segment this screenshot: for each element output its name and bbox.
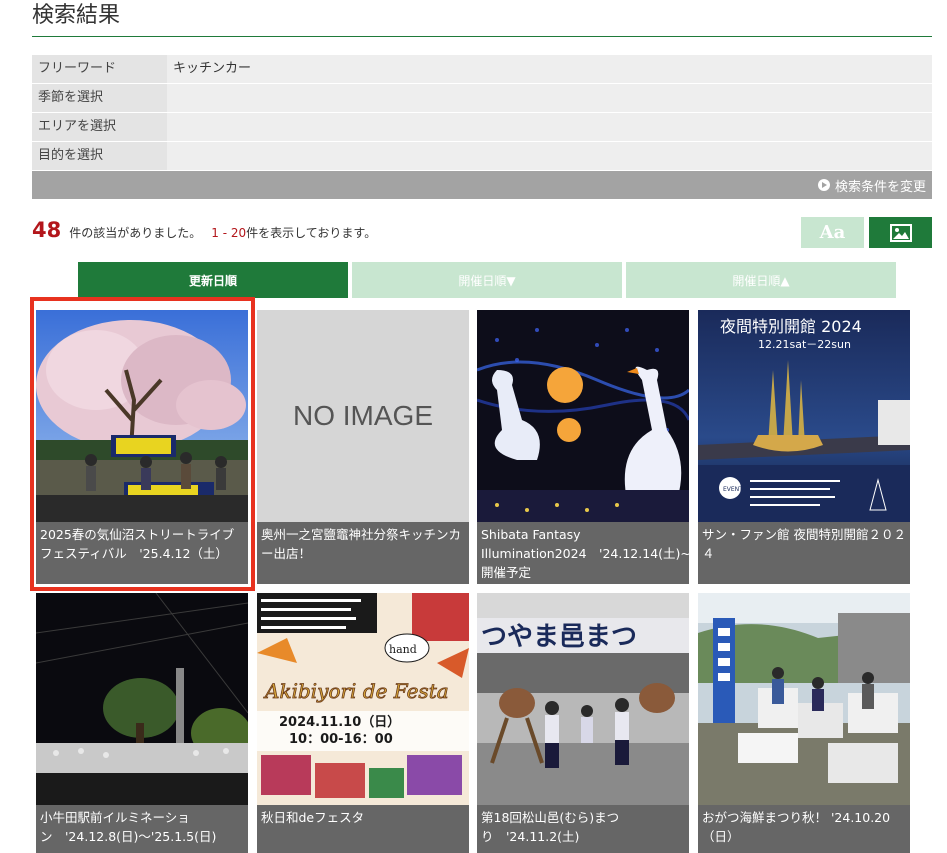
condition-value	[167, 113, 932, 141]
tab-sort-event-date-desc[interactable]: 開催日順▼	[352, 262, 622, 298]
card-caption: 第18回松山邑(むら)まつり '24.11.2(土)	[477, 805, 689, 853]
card-caption: Shibata Fantasy Illumination2024 '24.12.…	[477, 522, 689, 584]
image-view-button[interactable]	[869, 217, 932, 248]
condition-value	[167, 84, 932, 112]
arrow-right-circle-icon	[817, 179, 830, 191]
result-card[interactable]: 夜間特別開館 2024 12.21sat－22sun EVENT サン・ファン館…	[698, 310, 910, 584]
condition-row-purpose: 目的を選択	[32, 142, 932, 171]
poster-time: 10：00-16：00	[289, 732, 393, 747]
result-card[interactable]: 小牛田駅前イルミネーション '24.12.8(日)〜'25.1.5(日)	[36, 593, 248, 853]
svg-text:hand: hand	[389, 643, 417, 656]
condition-label: 季節を選択	[32, 84, 167, 112]
condition-value	[167, 142, 932, 170]
image-icon	[889, 223, 912, 242]
card-caption: おがつ海鮮まつり秋！ '24.10.20（日）	[698, 805, 910, 853]
tab-sort-event-date-asc[interactable]: 開催日順▲	[626, 262, 896, 298]
title-divider	[32, 36, 932, 37]
result-count-text: 件の該当がありました。	[69, 226, 202, 240]
festival-banner-text: つやま邑まつ	[481, 622, 637, 652]
result-summary: 48 件の該当がありました。 1 - 20 件を表示しております。	[32, 218, 376, 242]
text-view-button[interactable]: Aa	[801, 217, 864, 248]
card-caption: サン・ファン館 夜間特別開館２０２４	[698, 522, 910, 584]
conditions-footer: 検索条件を変更	[32, 171, 932, 199]
condition-label: フリーワード	[32, 55, 167, 83]
poster-title: 夜間特別開館 2024	[720, 317, 862, 336]
condition-row-area: エリアを選択	[32, 113, 932, 142]
result-card[interactable]: hand Akibiyori de Festa 2024.11.10（日） 10…	[257, 593, 469, 853]
page-title: 検索結果	[32, 3, 121, 28]
selection-highlight	[30, 297, 255, 591]
card-thumbnail	[698, 593, 910, 805]
result-range: 1 - 20	[211, 226, 247, 240]
result-count: 48	[32, 218, 62, 242]
search-conditions-table: フリーワード キッチンカー 季節を選択 エリアを選択 目的を選択 検索条件を変更	[32, 55, 932, 199]
card-thumbnail	[36, 593, 248, 805]
condition-label: 目的を選択	[32, 142, 167, 170]
condition-row-season: 季節を選択	[32, 84, 932, 113]
poster-date: 2024.11.10（日）	[279, 714, 400, 730]
result-card[interactable]: つやま邑まつ 第18回松山邑(むら)まつり '24.11.2(土)	[477, 593, 689, 853]
card-caption: 秋日和deフェスタ	[257, 805, 469, 853]
sort-tabs: 更新日順 開催日順▼ 開催日順▲	[78, 262, 900, 298]
card-caption: 奥州一之宮鹽竈神社分祭キッチンカー出店！	[257, 522, 469, 584]
card-thumbnail	[477, 310, 689, 522]
condition-row-freeword: フリーワード キッチンカー	[32, 55, 932, 84]
result-card[interactable]: おがつ海鮮まつり秋！ '24.10.20（日）	[698, 593, 910, 853]
result-card[interactable]: Shibata Fantasy Illumination2024 '24.12.…	[477, 310, 689, 584]
card-caption: 小牛田駅前イルミネーション '24.12.8(日)〜'25.1.5(日)	[36, 805, 248, 853]
svg-text:EVENT: EVENT	[723, 486, 743, 493]
poster-date: 12.21sat－22sun	[758, 338, 851, 351]
tab-sort-updated[interactable]: 更新日順	[78, 262, 348, 298]
change-conditions-label: 検索条件を変更	[834, 179, 926, 195]
change-conditions-link[interactable]: 検索条件を変更	[817, 176, 926, 195]
card-thumbnail: 夜間特別開館 2024 12.21sat－22sun EVENT	[698, 310, 910, 522]
no-image-placeholder: NO IMAGE	[292, 400, 433, 431]
result-card[interactable]: NO IMAGE 奥州一之宮鹽竈神社分祭キッチンカー出店！	[257, 310, 469, 584]
card-thumbnail: hand Akibiyori de Festa 2024.11.10（日） 10…	[257, 593, 469, 805]
card-thumbnail: NO IMAGE	[257, 310, 469, 522]
condition-label: エリアを選択	[32, 113, 167, 141]
condition-value: キッチンカー	[167, 55, 932, 83]
poster-title: Akibiyori de Festa	[263, 679, 449, 703]
result-range-text: 件を表示しております。	[246, 226, 377, 240]
card-thumbnail: つやま邑まつ	[477, 593, 689, 805]
